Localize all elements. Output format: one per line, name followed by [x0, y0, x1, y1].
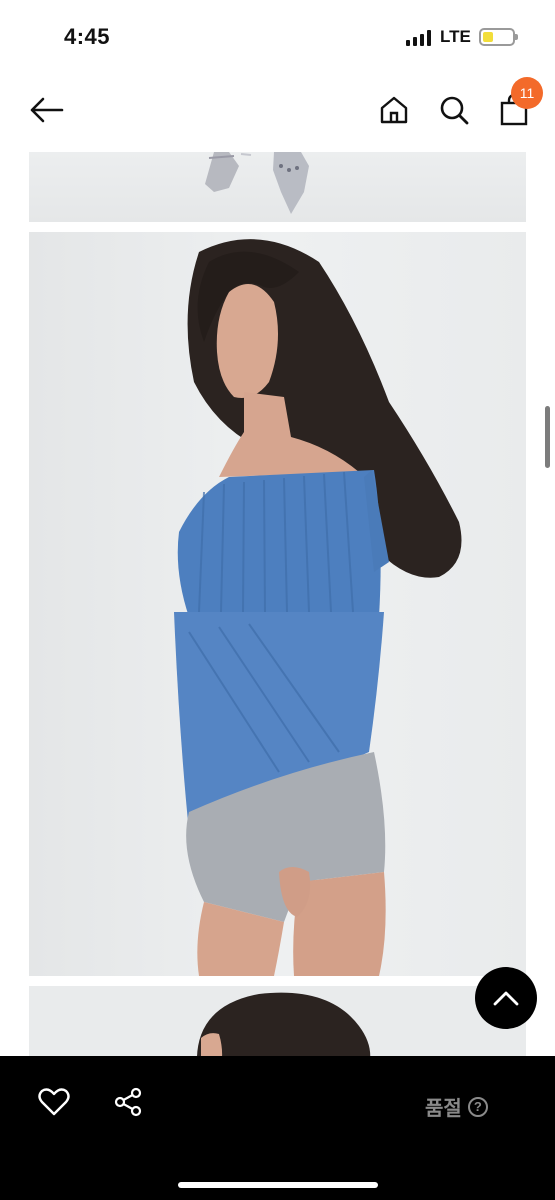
question-circle-icon[interactable]: ?	[467, 1096, 488, 1117]
like-button[interactable]	[34, 1084, 74, 1120]
chevron-up-icon	[493, 991, 519, 1006]
search-button[interactable]	[432, 90, 476, 130]
heart-icon	[38, 1088, 70, 1116]
scroll-to-top-button[interactable]	[475, 967, 537, 1029]
home-indicator	[178, 1182, 378, 1188]
share-button[interactable]	[108, 1084, 148, 1120]
home-icon	[380, 96, 408, 124]
battery-fill	[483, 32, 493, 42]
sold-out-label: 품절	[425, 1098, 462, 1120]
cart-count-badge: 11	[511, 77, 543, 109]
signal-icon	[406, 30, 434, 46]
product-image	[29, 232, 526, 976]
search-icon	[440, 96, 469, 125]
scrollbar-thumb[interactable]	[545, 406, 550, 468]
product-image-list[interactable]	[0, 148, 555, 1058]
product-image	[29, 986, 526, 1058]
back-button[interactable]	[22, 90, 70, 130]
share-icon	[114, 1087, 142, 1117]
app-header	[0, 72, 555, 148]
status-time: 4:45	[64, 24, 111, 49]
home-button[interactable]	[372, 90, 416, 130]
status-bar: 4:45 LTE	[0, 0, 555, 72]
arrow-left-icon	[30, 97, 64, 123]
sold-out-status: 품절 ?	[425, 1092, 488, 1121]
network-label: LTE	[440, 27, 471, 46]
model-illustration	[197, 992, 371, 1058]
bottom-action-bar: 품절 ?	[0, 1056, 555, 1200]
product-image	[29, 152, 526, 222]
heels-illustration	[205, 152, 309, 214]
battery-icon	[479, 28, 518, 46]
model-illustration	[174, 239, 462, 976]
